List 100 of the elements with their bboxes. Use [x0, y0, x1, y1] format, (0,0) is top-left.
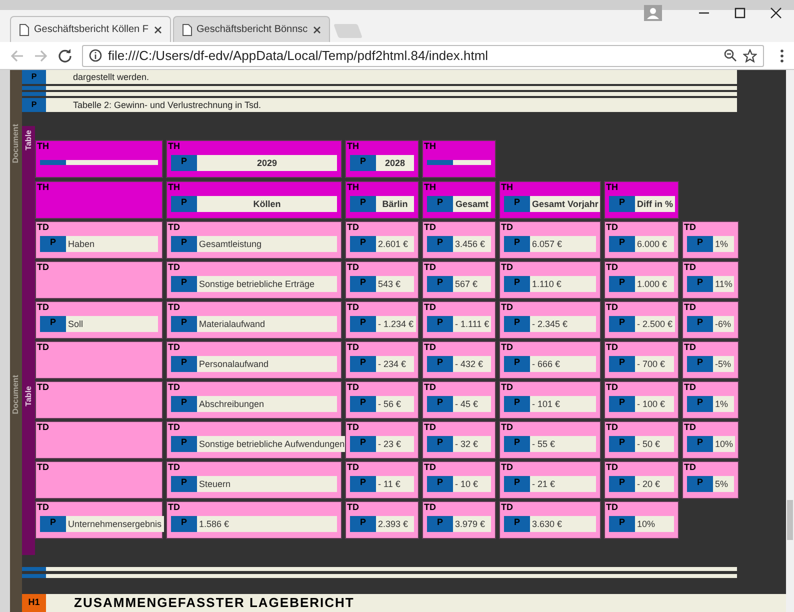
- tag-label: TD: [501, 222, 513, 233]
- cell-text: - 11 €: [376, 476, 414, 492]
- tag-label: P: [427, 476, 453, 492]
- tag-label: P: [427, 316, 453, 332]
- tag-label: P: [22, 98, 46, 112]
- browser-tab[interactable]: Geschäftsbericht Bönnsc: [172, 16, 330, 42]
- tag-label: TH: [424, 141, 436, 152]
- zoom-icon[interactable]: [724, 49, 737, 62]
- tag-label: TH: [37, 141, 49, 152]
- cell-text: - 700 €: [635, 356, 674, 372]
- table-label: Table: [22, 130, 34, 150]
- cell-text: 3.979 €: [453, 516, 491, 532]
- tag-label: P: [350, 396, 376, 412]
- tag-label: P: [504, 476, 530, 492]
- tag-label: TD: [424, 222, 436, 233]
- tag-label: P: [427, 276, 453, 292]
- cell-text: - 20 €: [635, 476, 674, 492]
- paragraph-text: Tabelle 2: Gewinn- und Verlustrechnung in Tsd.: [46, 98, 737, 112]
- cell-text: Sonstige betriebliche Aufwendungen: [197, 436, 347, 452]
- tag-label: TD: [424, 342, 436, 353]
- star-icon[interactable]: [743, 48, 757, 62]
- tab-title: Geschäftsbericht Bönnsc: [196, 23, 308, 37]
- tag-label: TD: [168, 262, 180, 273]
- tag-label: TD: [347, 302, 359, 313]
- cell-text: Köllen: [197, 196, 337, 212]
- tag-label: TD: [606, 422, 618, 433]
- tag-label: P: [609, 276, 635, 292]
- reload-icon[interactable]: [58, 48, 72, 62]
- cell-text: Sonstige betriebliche Erträge: [197, 276, 337, 292]
- cell-text: Soll: [66, 316, 158, 332]
- tag-label: TD: [501, 422, 513, 433]
- scrollbar-thumb[interactable]: [787, 500, 793, 540]
- close-icon[interactable]: [770, 7, 782, 19]
- cell-text: 3.630 €: [530, 516, 596, 532]
- tag-label: TD: [606, 262, 618, 273]
- tag-label: TD: [347, 462, 359, 473]
- tag-label: P: [350, 155, 376, 171]
- tag-label: TD: [37, 342, 49, 353]
- tag-label: TD: [424, 502, 436, 513]
- cell-text: 1%: [713, 236, 734, 252]
- cell-text: Gesamt Vorjahr: [530, 196, 600, 212]
- cell-text: 1.000 €: [635, 276, 674, 292]
- tag-label: TD: [347, 222, 359, 233]
- tag-label: P: [40, 516, 66, 532]
- tag-label: P: [171, 316, 197, 332]
- cell-text: - 21 €: [530, 476, 596, 492]
- cell-text: 10%: [635, 516, 674, 532]
- tag-label: P: [171, 516, 197, 532]
- cell-text: - 2.345 €: [530, 316, 596, 332]
- cell-text: 5%: [713, 476, 734, 492]
- tag-label: TD: [684, 462, 696, 473]
- cell-text: - 10 €: [453, 476, 491, 492]
- user-icon[interactable]: [644, 5, 662, 21]
- tag-label: TD: [37, 382, 49, 393]
- address-field[interactable]: file:///C:/Users/df-edv/AppData/Local/Temp/pdf2html.84/index.html: [82, 44, 764, 66]
- url-text: file:///C:/Users/df-edv/AppData/Local/Temp/pdf2html.84/index.html: [108, 46, 490, 65]
- tag-label: TD: [501, 502, 513, 513]
- browser-tab[interactable]: Geschäftsbericht Köllen F: [10, 16, 170, 42]
- tag-label: P: [350, 276, 376, 292]
- tag-label: P: [40, 316, 66, 332]
- tag-label: P: [687, 436, 713, 452]
- tag-label: P: [504, 236, 530, 252]
- cell-text: 6.057 €: [530, 236, 596, 252]
- tag-label: P: [687, 396, 713, 412]
- close-icon[interactable]: [154, 26, 162, 34]
- tag-label: TD: [424, 462, 436, 473]
- tag-label: TD: [501, 342, 513, 353]
- cell-text: 543 €: [376, 276, 414, 292]
- tag-label: TD: [347, 262, 359, 273]
- tag-label: TD: [168, 422, 180, 433]
- tag-label: P: [171, 276, 197, 292]
- cell-text: 2.393 €: [376, 516, 414, 532]
- tag-label: TD: [501, 302, 513, 313]
- cell-text: - 32 €: [453, 436, 491, 452]
- heading-text: ZUSAMMENGEFASSTER LAGEBERICHT: [46, 594, 786, 612]
- tag-label: TH: [606, 182, 618, 193]
- tag-label: TD: [37, 422, 49, 433]
- cell-text: - 2.500 €: [635, 316, 675, 332]
- tag-marker: [22, 86, 46, 90]
- cell-text: -5%: [713, 356, 734, 372]
- tag-label: P: [350, 476, 376, 492]
- tag-label: P: [427, 516, 453, 532]
- tag-label: P: [609, 316, 635, 332]
- page-icon: [19, 24, 29, 36]
- menu-icon[interactable]: [780, 48, 784, 62]
- cell-text: 10%: [713, 436, 736, 452]
- tag-label: P: [609, 436, 635, 452]
- tag-label: P: [504, 196, 530, 212]
- tag-label: TD: [684, 382, 696, 393]
- tag-label: P: [350, 196, 376, 212]
- maximize-icon[interactable]: [734, 7, 746, 19]
- close-icon[interactable]: [312, 26, 321, 34]
- cell-text: - 45 €: [453, 396, 491, 412]
- tag-label: P: [350, 356, 376, 372]
- cell-text: - 55 €: [530, 436, 596, 452]
- tag-label: P: [427, 196, 453, 212]
- tag-label: TH: [347, 182, 359, 193]
- tag-label: TD: [501, 462, 513, 473]
- tag-label: P: [171, 356, 197, 372]
- tag-label: TD: [684, 342, 696, 353]
